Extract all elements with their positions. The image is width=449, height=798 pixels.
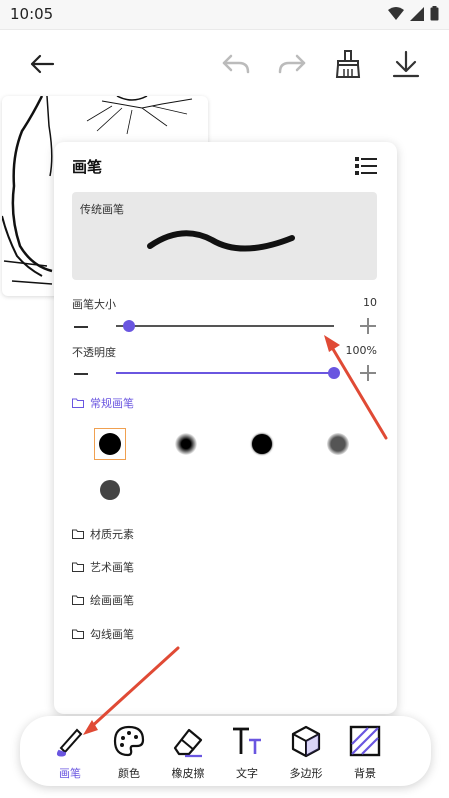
redo-button[interactable] bbox=[272, 44, 312, 84]
folder-line-brushes[interactable]: 勾线画笔 bbox=[72, 626, 134, 642]
download-button[interactable] bbox=[386, 44, 426, 84]
stroke-preview-icon bbox=[147, 230, 295, 252]
signal-icon bbox=[410, 6, 424, 21]
folder-icon bbox=[72, 529, 84, 539]
tool-label: 橡皮擦 bbox=[171, 767, 205, 780]
bottom-toolbar: 画笔 颜色 橡皮擦 文字 多边形 背景 bbox=[20, 716, 431, 786]
folder-regular-brushes[interactable]: 常规画笔 bbox=[72, 395, 134, 411]
size-increase-button[interactable] bbox=[360, 318, 376, 334]
tool-label: 画笔 bbox=[59, 767, 81, 780]
undo-icon bbox=[222, 54, 250, 74]
opacity-label: 不透明度 bbox=[72, 346, 116, 359]
tool-text[interactable]: 文字 bbox=[217, 724, 277, 780]
tool-eraser[interactable]: 橡皮擦 bbox=[158, 724, 218, 780]
brush-soft-dot-icon bbox=[175, 433, 197, 455]
redo-icon bbox=[278, 54, 306, 74]
list-icon bbox=[355, 157, 377, 175]
text-icon bbox=[233, 727, 261, 754]
size-decrease-button[interactable] bbox=[74, 326, 88, 328]
polygon-cube-icon bbox=[291, 725, 321, 758]
opacity-slider-track[interactable] bbox=[116, 372, 334, 374]
folder-texture-elements[interactable]: 材质元素 bbox=[72, 526, 134, 542]
tool-label: 文字 bbox=[236, 767, 258, 780]
tool-polygon[interactable]: 多边形 bbox=[276, 724, 336, 780]
palette-icon bbox=[113, 725, 145, 757]
panel-title: 画笔 bbox=[72, 158, 103, 176]
brush-preview: 传统画笔 bbox=[72, 192, 377, 280]
opacity-slider-knob[interactable] bbox=[328, 367, 340, 379]
opacity-value: 100% bbox=[345, 344, 377, 357]
undo-button[interactable] bbox=[216, 44, 256, 84]
back-arrow-icon bbox=[30, 54, 55, 74]
brush-grey-hard[interactable] bbox=[94, 474, 126, 506]
folder-label: 艺术画笔 bbox=[90, 561, 134, 574]
brush-list-button[interactable] bbox=[355, 156, 379, 176]
download-icon bbox=[392, 50, 420, 78]
folder-icon bbox=[72, 595, 84, 605]
status-icons bbox=[388, 6, 439, 21]
tool-color[interactable]: 颜色 bbox=[99, 724, 159, 780]
folder-painting-brushes[interactable]: 绘画画笔 bbox=[72, 592, 134, 608]
brush-panel: 画笔 传统画笔 画笔大小 10 不透明度 100% 常规画笔 材质元素 艺术画笔… bbox=[54, 142, 397, 714]
brush-dot-icon bbox=[99, 433, 121, 455]
brush-grey-dot-icon bbox=[100, 480, 120, 500]
top-toolbar bbox=[0, 30, 449, 96]
eraser-icon bbox=[173, 728, 203, 758]
brush-soft-round[interactable] bbox=[170, 428, 202, 460]
clear-broom-icon bbox=[335, 50, 361, 78]
tool-background[interactable]: 背景 bbox=[335, 724, 395, 780]
folder-art-brushes[interactable]: 艺术画笔 bbox=[72, 559, 134, 575]
brush-preview-label: 传统画笔 bbox=[80, 203, 124, 216]
tool-label: 多边形 bbox=[289, 767, 323, 780]
clear-button[interactable] bbox=[328, 44, 368, 84]
folder-icon bbox=[72, 562, 84, 572]
status-bar: 10:05 bbox=[0, 0, 449, 30]
size-slider-knob[interactable] bbox=[123, 320, 136, 332]
brush-dot-icon bbox=[252, 434, 272, 454]
brush-hard-round[interactable] bbox=[94, 428, 126, 460]
size-value: 10 bbox=[363, 296, 377, 309]
folder-icon bbox=[72, 398, 84, 408]
folder-label: 绘画画笔 bbox=[90, 594, 134, 607]
brush-icon bbox=[56, 728, 83, 757]
folder-label: 勾线画笔 bbox=[90, 628, 134, 641]
folder-label: 常规画笔 bbox=[90, 397, 134, 410]
brush-grey-dot-icon bbox=[327, 433, 349, 455]
tool-label: 背景 bbox=[354, 767, 376, 780]
background-hatch-icon bbox=[349, 725, 381, 757]
size-slider-track[interactable] bbox=[116, 325, 334, 327]
folder-icon bbox=[72, 629, 84, 639]
opacity-increase-button[interactable] bbox=[360, 365, 376, 381]
back-button[interactable] bbox=[22, 44, 62, 84]
brush-medium-round[interactable] bbox=[246, 428, 278, 460]
wifi-icon bbox=[388, 6, 404, 20]
tool-brush[interactable]: 画笔 bbox=[40, 724, 100, 780]
brush-grey-soft[interactable] bbox=[322, 428, 354, 460]
opacity-decrease-button[interactable] bbox=[74, 373, 88, 375]
tool-label: 颜色 bbox=[118, 767, 140, 780]
battery-icon bbox=[430, 6, 439, 21]
folder-label: 材质元素 bbox=[90, 528, 134, 541]
size-label: 画笔大小 bbox=[72, 298, 116, 311]
status-time: 10:05 bbox=[10, 5, 54, 23]
